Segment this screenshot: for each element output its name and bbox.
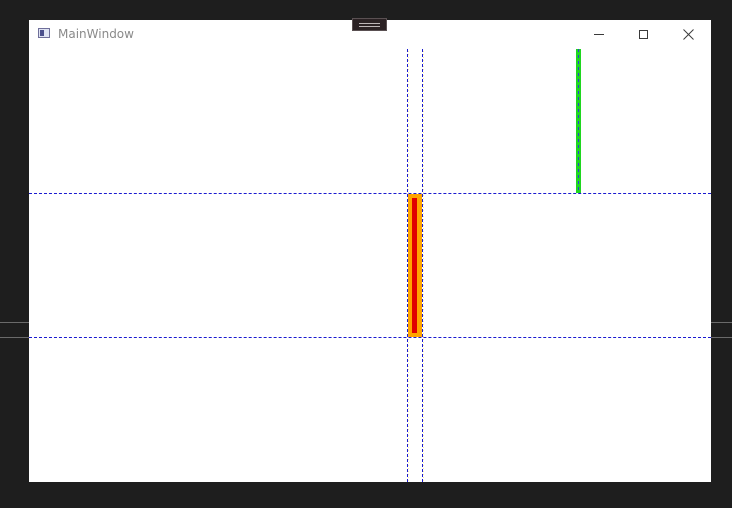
vertical-guide-line [422, 49, 424, 482]
grip-line [359, 25, 380, 27]
close-icon [683, 29, 694, 40]
window-title: MainWindow [58, 27, 134, 41]
maximize-button[interactable] [621, 20, 666, 49]
green-bar-marker[interactable] [576, 49, 581, 193]
red-bar-marker[interactable] [408, 194, 422, 337]
minimize-icon [593, 34, 604, 35]
horizontal-guide-line [29, 193, 711, 194]
main-window: MainWindow [29, 20, 711, 482]
drag-handle[interactable] [352, 18, 387, 31]
close-button[interactable] [666, 20, 711, 49]
horizontal-guide-line [29, 337, 711, 338]
drawing-canvas[interactable] [29, 49, 711, 482]
maximize-icon [639, 30, 648, 39]
app-window-icon [38, 28, 50, 38]
minimize-button[interactable] [576, 20, 621, 49]
grip-line [359, 22, 380, 24]
